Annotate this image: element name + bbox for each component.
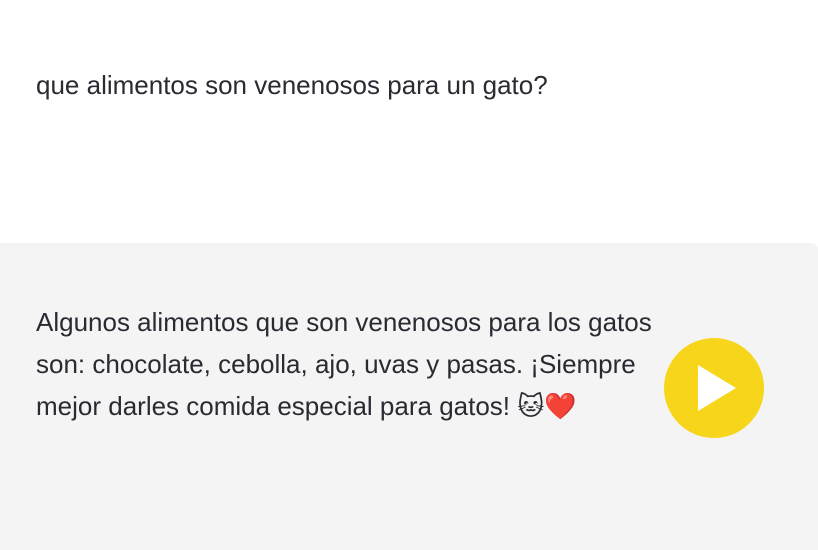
- assistant-message: Algunos alimentos que son venenosos para…: [0, 243, 818, 550]
- assistant-message-text: Algunos alimentos que son venenosos para…: [36, 307, 652, 421]
- play-icon: [698, 365, 736, 411]
- user-message-text: que alimentos son venenosos para un gato…: [36, 70, 548, 100]
- play-audio-button[interactable]: [664, 338, 764, 438]
- user-message: que alimentos son venenosos para un gato…: [0, 0, 818, 243]
